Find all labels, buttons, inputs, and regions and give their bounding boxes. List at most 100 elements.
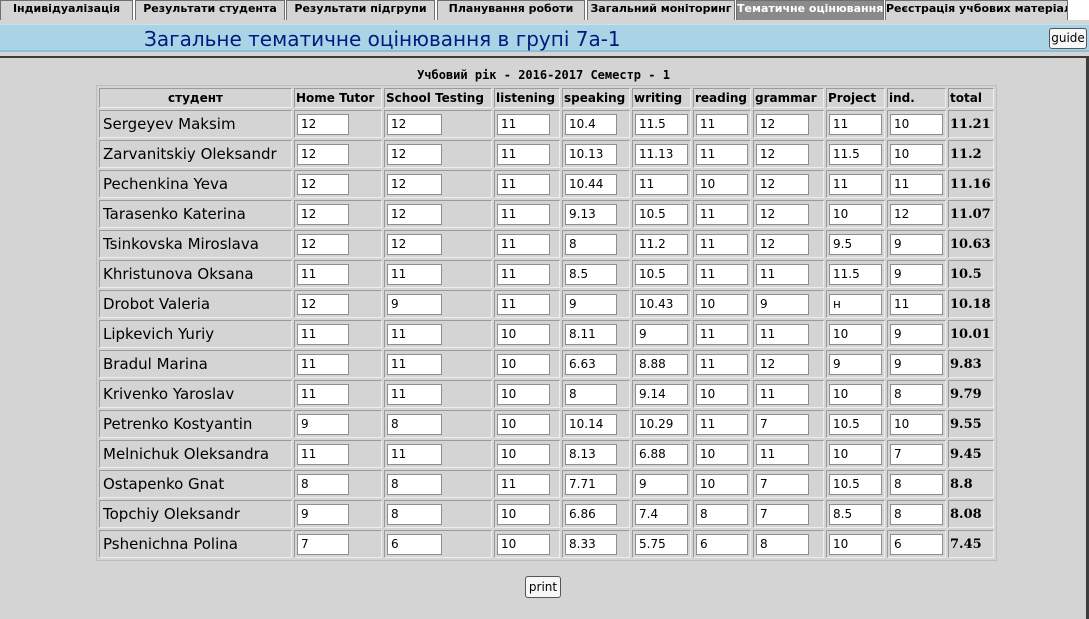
grade-input-speaking[interactable]: [565, 443, 617, 465]
grade-input-listening[interactable]: [497, 353, 550, 375]
grade-input-school-testing[interactable]: [387, 143, 442, 165]
grade-input-reading[interactable]: [696, 263, 748, 285]
grade-input-school-testing[interactable]: [387, 233, 442, 255]
grade-input-ind[interactable]: [890, 173, 943, 195]
grade-input-grammar[interactable]: [756, 323, 809, 345]
grade-input-writing[interactable]: [635, 473, 688, 495]
grade-input-reading[interactable]: [696, 413, 748, 435]
grade-input-listening[interactable]: [497, 383, 550, 405]
grade-input-grammar[interactable]: [756, 413, 809, 435]
grade-input-home-tutor[interactable]: [297, 383, 349, 405]
grade-input-project[interactable]: [829, 143, 882, 165]
grade-input-reading[interactable]: [696, 143, 748, 165]
grade-input-writing[interactable]: [635, 533, 688, 555]
grade-input-ind[interactable]: [890, 323, 943, 345]
grade-input-listening[interactable]: [497, 413, 550, 435]
grade-input-project[interactable]: [829, 413, 882, 435]
grade-input-home-tutor[interactable]: [297, 323, 349, 345]
tab-student-results[interactable]: Результати студента: [135, 0, 285, 20]
grade-input-reading[interactable]: [696, 383, 748, 405]
grade-input-project[interactable]: [829, 173, 882, 195]
grade-input-school-testing[interactable]: [387, 113, 442, 135]
grade-input-grammar[interactable]: [756, 443, 809, 465]
print-button[interactable]: print: [525, 576, 561, 598]
grade-input-speaking[interactable]: [565, 533, 617, 555]
tab-individualization[interactable]: Індивідуалізація: [0, 0, 133, 20]
grade-input-school-testing[interactable]: [387, 533, 442, 555]
tab-general-monitoring[interactable]: Загальний моніторинг: [587, 0, 735, 20]
grade-input-writing[interactable]: [635, 263, 688, 285]
grade-input-writing[interactable]: [635, 233, 688, 255]
grade-input-ind[interactable]: [890, 383, 943, 405]
grade-input-reading[interactable]: [696, 323, 748, 345]
grade-input-grammar[interactable]: [756, 263, 809, 285]
grade-input-home-tutor[interactable]: [297, 173, 349, 195]
grade-input-home-tutor[interactable]: [297, 533, 349, 555]
grade-input-school-testing[interactable]: [387, 353, 442, 375]
grade-input-speaking[interactable]: [565, 323, 617, 345]
grade-input-ind[interactable]: [890, 203, 943, 225]
guide-button[interactable]: guide: [1049, 28, 1087, 49]
grade-input-writing[interactable]: [635, 503, 688, 525]
grade-input-listening[interactable]: [497, 113, 550, 135]
grade-input-project[interactable]: [829, 353, 882, 375]
grade-input-ind[interactable]: [890, 263, 943, 285]
grade-input-grammar[interactable]: [756, 113, 809, 135]
grade-input-listening[interactable]: [497, 443, 550, 465]
grade-input-reading[interactable]: [696, 113, 748, 135]
grade-input-school-testing[interactable]: [387, 293, 442, 315]
grade-input-school-testing[interactable]: [387, 413, 442, 435]
grade-input-reading[interactable]: [696, 353, 748, 375]
grade-input-home-tutor[interactable]: [297, 293, 349, 315]
grade-input-ind[interactable]: [890, 113, 943, 135]
grade-input-grammar[interactable]: [756, 383, 809, 405]
grade-input-listening[interactable]: [497, 203, 550, 225]
grade-input-project[interactable]: [829, 533, 882, 555]
grade-input-home-tutor[interactable]: [297, 443, 349, 465]
grade-input-speaking[interactable]: [565, 383, 617, 405]
grade-input-speaking[interactable]: [565, 233, 617, 255]
grade-input-home-tutor[interactable]: [297, 113, 349, 135]
grade-input-speaking[interactable]: [565, 473, 617, 495]
grade-input-home-tutor[interactable]: [297, 353, 349, 375]
grade-input-project[interactable]: [829, 113, 882, 135]
grade-input-ind[interactable]: [890, 233, 943, 255]
grade-input-home-tutor[interactable]: [297, 203, 349, 225]
grade-input-listening[interactable]: [497, 503, 550, 525]
grade-input-grammar[interactable]: [756, 203, 809, 225]
grade-input-ind[interactable]: [890, 293, 943, 315]
grade-input-project[interactable]: [829, 323, 882, 345]
tab-thematic-assessment[interactable]: Тематичне оцінювання: [736, 0, 884, 20]
grade-input-project[interactable]: [829, 293, 882, 315]
grade-input-writing[interactable]: [635, 293, 688, 315]
grade-input-school-testing[interactable]: [387, 383, 442, 405]
grade-input-school-testing[interactable]: [387, 173, 442, 195]
grade-input-reading[interactable]: [696, 473, 748, 495]
grade-input-grammar[interactable]: [756, 293, 809, 315]
grade-input-home-tutor[interactable]: [297, 503, 349, 525]
grade-input-listening[interactable]: [497, 473, 550, 495]
grade-input-speaking[interactable]: [565, 413, 617, 435]
grade-input-ind[interactable]: [890, 143, 943, 165]
tab-material-registration[interactable]: Реєстрація учбових матеріалів: [885, 0, 1068, 20]
grade-input-writing[interactable]: [635, 113, 688, 135]
grade-input-home-tutor[interactable]: [297, 413, 349, 435]
grade-input-listening[interactable]: [497, 533, 550, 555]
grade-input-grammar[interactable]: [756, 353, 809, 375]
grade-input-ind[interactable]: [890, 353, 943, 375]
grade-input-project[interactable]: [829, 263, 882, 285]
grade-input-grammar[interactable]: [756, 533, 809, 555]
grade-input-project[interactable]: [829, 233, 882, 255]
grade-input-writing[interactable]: [635, 413, 688, 435]
grade-input-speaking[interactable]: [565, 263, 617, 285]
grade-input-speaking[interactable]: [565, 173, 617, 195]
grade-input-writing[interactable]: [635, 383, 688, 405]
grade-input-listening[interactable]: [497, 293, 550, 315]
grade-input-speaking[interactable]: [565, 353, 617, 375]
grade-input-home-tutor[interactable]: [297, 263, 349, 285]
grade-input-school-testing[interactable]: [387, 443, 442, 465]
grade-input-speaking[interactable]: [565, 503, 617, 525]
grade-input-listening[interactable]: [497, 323, 550, 345]
grade-input-grammar[interactable]: [756, 143, 809, 165]
grade-input-ind[interactable]: [890, 533, 943, 555]
